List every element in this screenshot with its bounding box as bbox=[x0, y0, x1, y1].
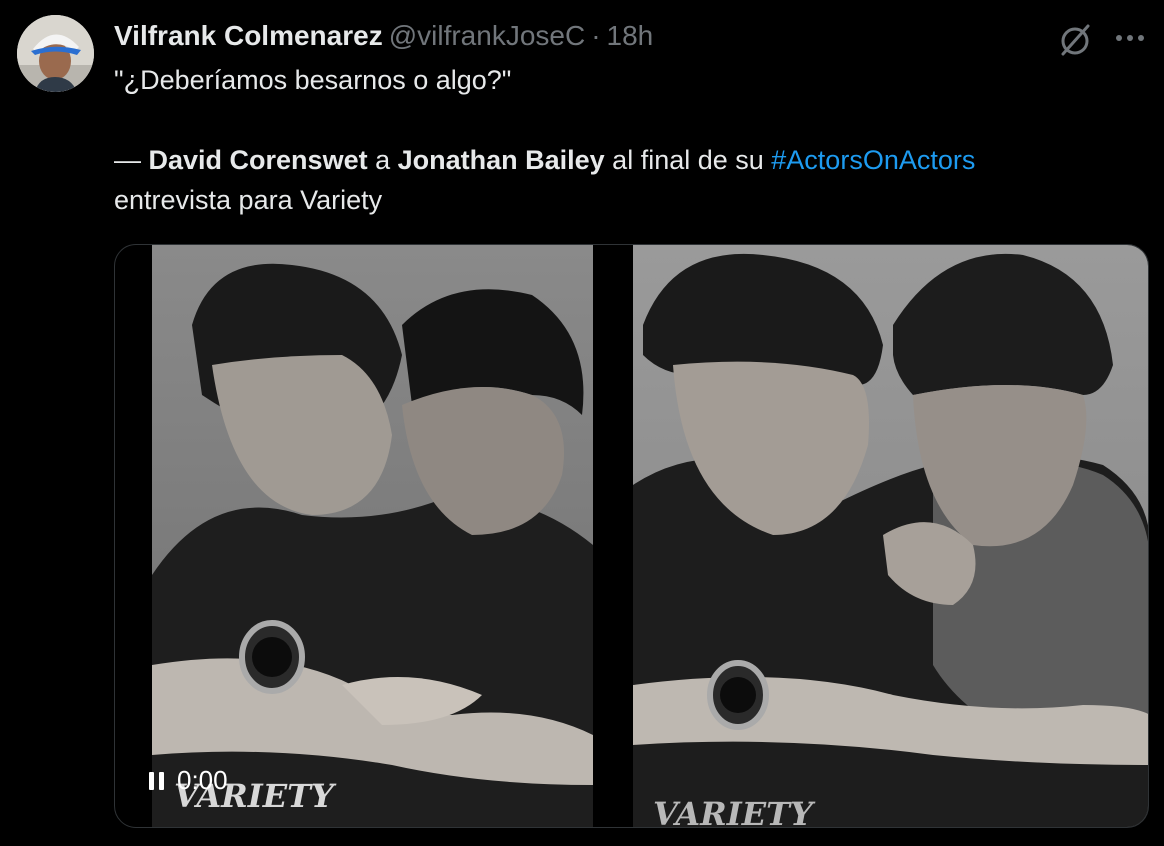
name-david-corenswet: David Corenswet bbox=[148, 145, 368, 175]
quote-line: "¿Deberíamos besarnos o algo?" bbox=[114, 65, 512, 95]
variety-watermark-right: VARIETY bbox=[653, 795, 816, 828]
grok-icon[interactable] bbox=[1056, 20, 1096, 60]
pause-icon[interactable] bbox=[145, 769, 167, 793]
photo-left: VARIETY bbox=[152, 245, 593, 827]
name-jonathan-bailey: Jonathan Bailey bbox=[397, 145, 605, 175]
more-options-icon[interactable] bbox=[1110, 20, 1150, 60]
avatar[interactable] bbox=[17, 15, 94, 92]
video-media[interactable]: VARIETY VARIETY 0:00 bbox=[114, 244, 1149, 828]
hashtag-link[interactable]: #ActorsOnActors bbox=[771, 145, 975, 175]
tweet[interactable]: Vilfrank Colmenarez @vilfrankJoseC · 18h… bbox=[0, 0, 1164, 846]
attribution-line: — David Corenswet a Jonathan Bailey al f… bbox=[114, 140, 1144, 180]
display-name[interactable]: Vilfrank Colmenarez bbox=[114, 20, 383, 52]
middle-text: al final de su bbox=[604, 145, 772, 175]
photo-right: VARIETY bbox=[633, 245, 1148, 828]
video-time: 0:00 bbox=[177, 765, 228, 795]
user-handle[interactable]: @vilfrankJoseC bbox=[389, 20, 585, 52]
dash-prefix: — bbox=[114, 145, 149, 175]
separator-dot: · bbox=[591, 20, 601, 51]
tweet-header: Vilfrank Colmenarez @vilfrankJoseC · 18h bbox=[114, 16, 653, 56]
connector-text: a bbox=[367, 145, 398, 175]
timestamp[interactable]: 18h bbox=[607, 20, 654, 52]
video-controls: 0:00 bbox=[145, 765, 228, 796]
closing-line: entrevista para Variety bbox=[114, 185, 383, 215]
tweet-text: "¿Deberíamos besarnos o algo?" — David C… bbox=[114, 60, 1144, 220]
